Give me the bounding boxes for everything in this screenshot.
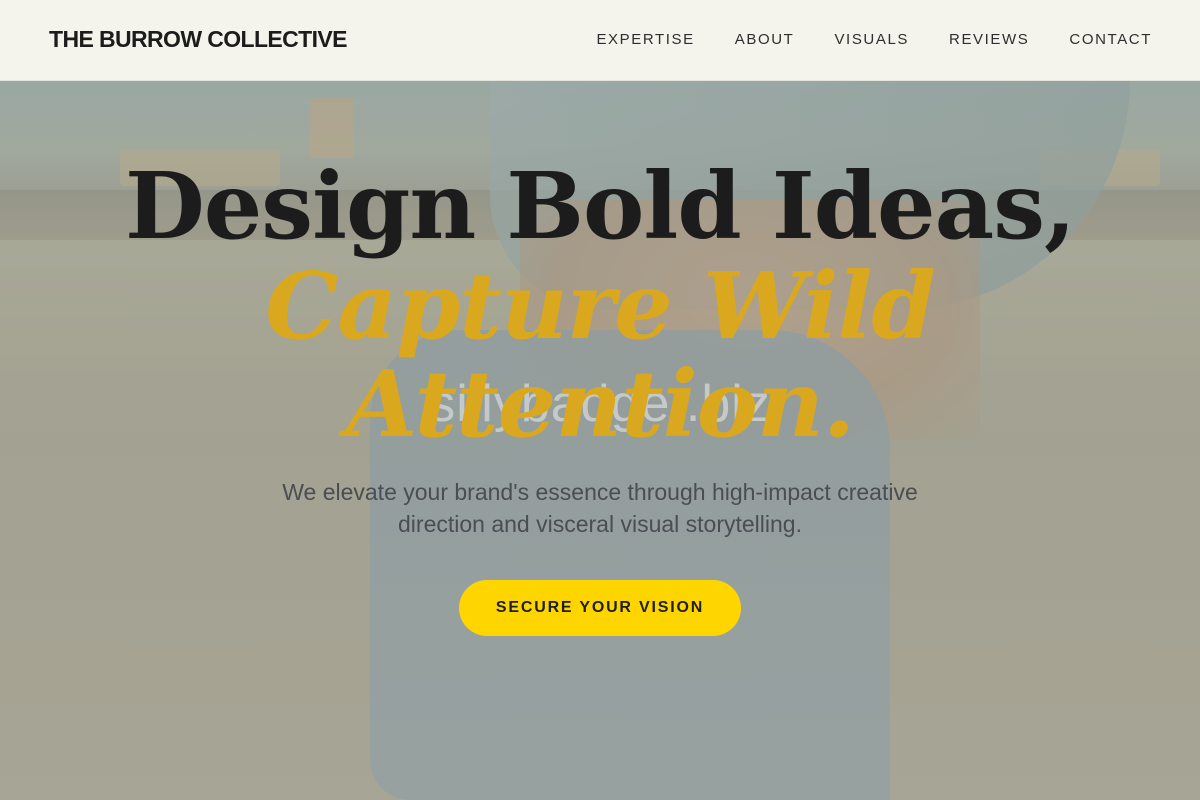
headline-line-3: Attention. (346, 350, 855, 458)
headline-line-1: Design Bold Ideas, (124, 152, 1076, 260)
hero-headline: Design Bold Ideas, Capture Wild Attentio… (0, 156, 1200, 454)
headline-line-2: Capture Wild (265, 252, 936, 360)
hero-subtext: We elevate your brand's essence through … (282, 479, 918, 537)
hero-section: sillybadger.biz Design Bold Ideas, Captu… (0, 0, 1200, 800)
secure-your-vision-button[interactable]: SECURE YOUR VISION (459, 580, 741, 636)
